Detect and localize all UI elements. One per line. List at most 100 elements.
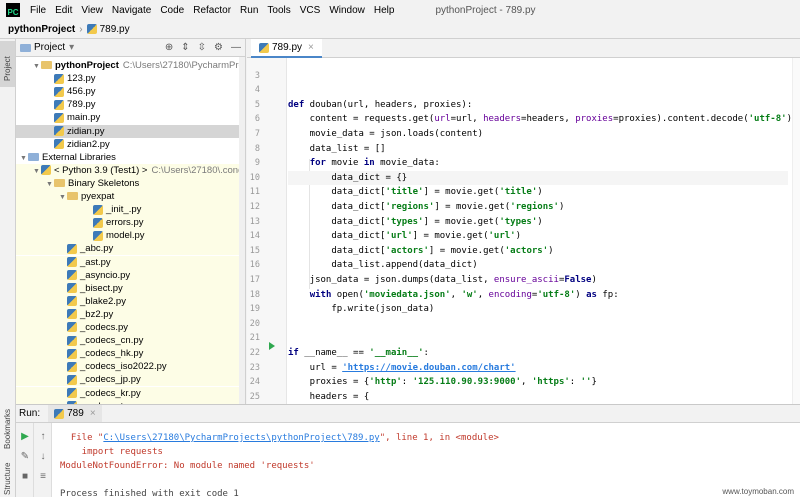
code-line: movie_data = json.loads(content) <box>288 129 484 139</box>
chevron-down-icon[interactable]: ▾ <box>69 42 74 53</box>
bookmarks-tool-label[interactable]: Bookmarks <box>3 409 12 449</box>
tree-item[interactable]: ▼ pyexpat <box>16 190 245 203</box>
tree-item[interactable]: zidian2.py <box>16 138 245 151</box>
menu-items: File Edit View Navigate Code Refactor Run Tools… <box>30 5 403 16</box>
tree-item-label: Binary Skeletons <box>68 177 140 189</box>
chevron-down-icon[interactable]: ▼ <box>33 165 41 178</box>
breadcrumb: pythonProject › 789.py <box>0 20 800 39</box>
tree-item[interactable]: _codecs.py <box>16 321 245 334</box>
menu-item-window[interactable]: Window <box>329 5 365 16</box>
tree-item[interactable]: zidian.py <box>16 124 245 138</box>
code-line: headers = { <box>288 391 370 402</box>
menu-item-vcs[interactable]: VCS <box>300 5 321 16</box>
tree-item-label: zidian2.py <box>67 138 110 150</box>
structure-tool-label[interactable]: Structure <box>3 463 12 495</box>
tree-item[interactable]: 789.py <box>16 98 245 111</box>
menu-item-navigate[interactable]: Navigate <box>112 5 151 16</box>
code-line: data_dict['actors'] = movie.get('actors'… <box>288 245 554 256</box>
arrow-down-icon[interactable]: ↓ <box>37 451 49 463</box>
tab-789-py[interactable]: 789.py × <box>251 39 322 58</box>
chevron-down-icon[interactable]: ▼ <box>20 152 28 165</box>
run-toolbar-secondary: ↑ ↓ ≡ <box>34 423 52 497</box>
run-gutter-icon[interactable] <box>269 342 275 350</box>
tree-item[interactable]: _asyncio.py <box>16 268 245 282</box>
collapse-all-icon[interactable]: ⇳ <box>198 42 206 53</box>
line-number-gutter: 3 4 5 6 7 8 9 10 11 12 13 14 15 16 17 18 19 20 21 22 23 24 25 <box>247 58 287 404</box>
wrench-icon[interactable]: ✎ <box>19 451 31 463</box>
line-number: 15 <box>249 245 260 256</box>
menu-item-tools[interactable]: Tools <box>267 5 290 16</box>
locate-icon[interactable]: ⊕ <box>165 42 173 53</box>
tree-item[interactable]: _blake2.py <box>16 294 245 308</box>
project-tool-button[interactable]: Project <box>0 41 15 87</box>
run-tab[interactable]: 789 × <box>48 405 102 422</box>
run-panel-header: Run: 789 × <box>16 404 800 423</box>
console-line: import requests <box>60 447 163 457</box>
python-file-icon <box>54 99 64 110</box>
python-file-icon <box>67 283 77 294</box>
editor-scrollbar[interactable] <box>792 58 800 404</box>
gear-icon[interactable]: ⚙ <box>214 42 223 53</box>
python-file-icon <box>41 165 51 176</box>
close-icon[interactable]: × <box>90 408 96 419</box>
menu-item-run[interactable]: Run <box>240 5 258 16</box>
tree-item[interactable]: model.py <box>16 229 245 243</box>
menu-item-file[interactable]: File <box>30 5 46 16</box>
tree-item[interactable]: 456.py <box>16 85 245 98</box>
tree-item[interactable]: _bz2.py <box>16 307 245 321</box>
stop-icon[interactable]: ■ <box>19 471 31 483</box>
python-file-icon <box>67 256 77 267</box>
tree-item[interactable]: _codecs_kr.py <box>16 386 245 400</box>
tree-item-label: _codecs_iso2022.py <box>80 361 167 373</box>
breadcrumb-project[interactable]: pythonProject <box>8 24 75 35</box>
python-file-icon <box>54 408 65 419</box>
tree-item-label: main.py <box>67 112 101 124</box>
code-editor[interactable]: 3 4 5 6 7 8 9 10 11 12 13 14 15 16 17 18 19 20 21 22 23 24 25 … <box>247 58 800 404</box>
hide-icon[interactable]: — <box>231 42 241 53</box>
code-line: data_dict['title'] = movie.get('title') <box>288 187 543 198</box>
expand-all-icon[interactable]: ⇕ <box>181 42 189 53</box>
tree-item[interactable]: _codecs_cn.py <box>16 334 245 348</box>
tree-item[interactable]: _bisect.py <box>16 281 245 295</box>
soft-wrap-icon[interactable]: ≡ <box>37 471 49 483</box>
tree-item[interactable]: _codecs_iso2022.py <box>16 360 245 374</box>
tree-item[interactable]: ▼ External Libraries <box>16 151 245 164</box>
tree-item[interactable]: _codecs_hk.py <box>16 347 245 361</box>
menu-item-view[interactable]: View <box>81 5 103 16</box>
breadcrumb-file[interactable]: 789.py <box>100 24 130 35</box>
menu-item-code[interactable]: Code <box>160 5 184 16</box>
chevron-down-icon[interactable]: ▼ <box>59 191 67 204</box>
chevron-down-icon[interactable]: ▼ <box>33 60 41 73</box>
tree-item[interactable]: 123.py <box>16 72 245 85</box>
tree-scrollbar[interactable] <box>239 57 245 404</box>
tree-item[interactable]: _init_.py <box>16 203 245 217</box>
tree-item[interactable]: main.py <box>16 111 245 124</box>
run-console[interactable]: File "C:\Users\27180\PycharmProjects\pyt… <box>52 423 800 497</box>
project-panel: Project ▾ ⊕ ⇕ ⇳ ⚙ — ▼ pythonProject C:\Use… <box>16 39 246 404</box>
tree-item[interactable]: _abc.py <box>16 242 245 256</box>
code-line: for movie in movie_data: <box>309 158 440 169</box>
tree-item[interactable]: ▼ Binary Skeletons <box>16 176 245 191</box>
breadcrumb-separator-icon: › <box>79 23 83 35</box>
ide-window: PC File Edit View Navigate Code Refactor Run To… <box>0 0 800 497</box>
line-number: 9 <box>254 158 260 169</box>
tree-item[interactable]: errors.py <box>16 216 245 230</box>
rerun-icon[interactable]: ▶ <box>19 431 31 443</box>
tree-item[interactable]: ▼ pythonProjectC:\Users\27180\PycharmProj… <box>16 59 245 72</box>
arrow-up-icon[interactable]: ↑ <box>37 431 49 443</box>
menu-item-refactor[interactable]: Refactor <box>193 5 231 16</box>
pycharm-logo-icon: PC <box>6 3 20 17</box>
tree-item-label: External Libraries <box>42 151 116 163</box>
tree-item[interactable]: ▼ < Python 3.9 (Test1) > C:\Users\27180\.c… <box>16 163 245 178</box>
menu-item-help[interactable]: Help <box>374 5 395 16</box>
python-file-icon <box>67 309 77 320</box>
menu-item-edit[interactable]: Edit <box>55 5 72 16</box>
tree-item[interactable]: _ast.py <box>16 255 245 269</box>
project-panel-title[interactable]: Project <box>34 42 65 53</box>
tree-item[interactable]: _codecs_jp.py <box>16 373 245 387</box>
close-icon[interactable]: × <box>308 42 314 53</box>
chevron-down-icon[interactable]: ▼ <box>46 178 54 191</box>
project-tool-label: Project <box>3 56 12 81</box>
console-line: ModuleNotFoundError: No module named 're… <box>60 461 315 471</box>
